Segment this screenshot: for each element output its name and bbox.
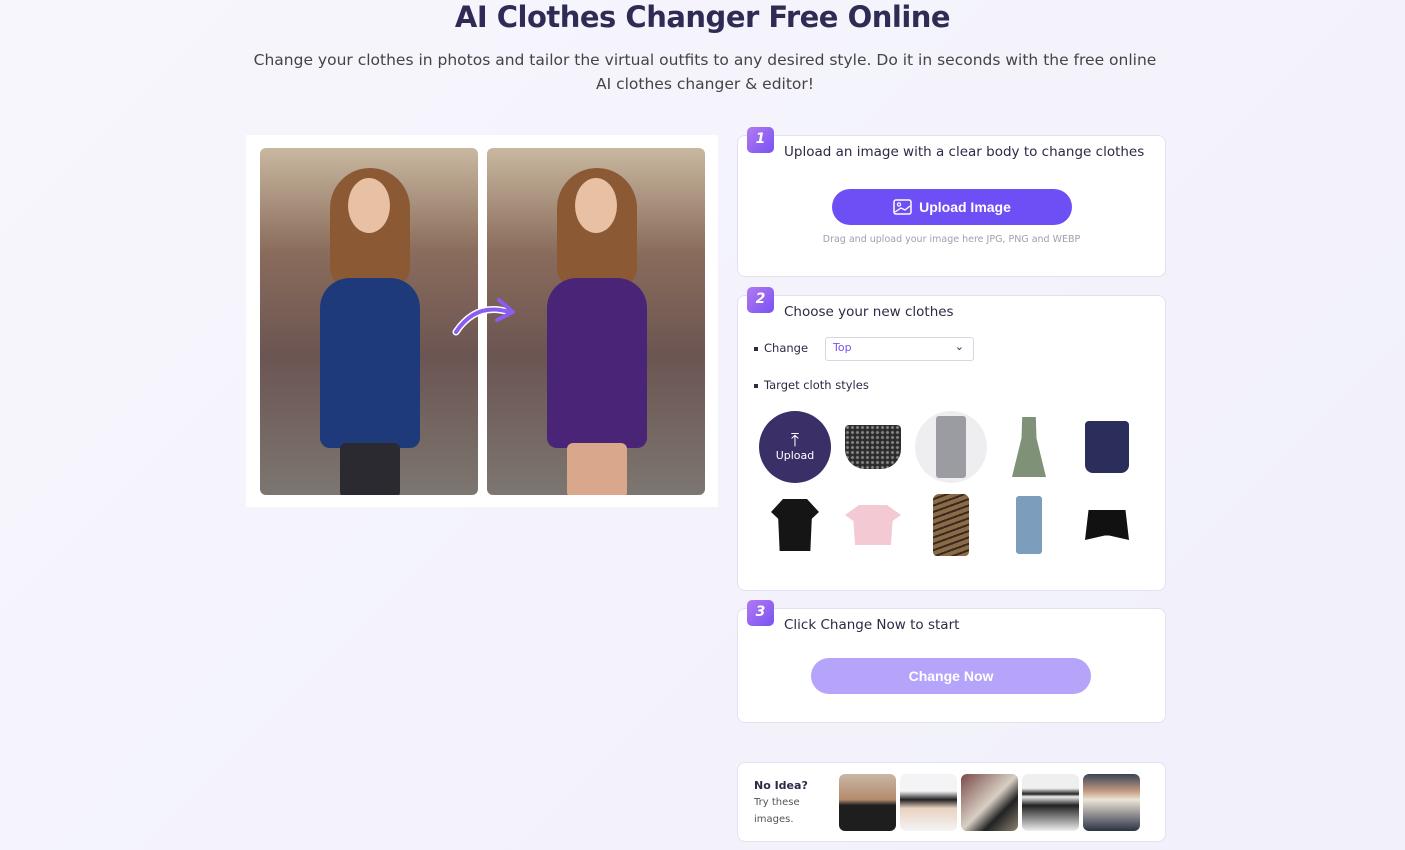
sample-image[interactable] — [961, 774, 1018, 831]
style-black-tshirt[interactable] — [759, 489, 831, 561]
step2-title: Choose your new clothes — [784, 304, 954, 320]
style-navy-camisole[interactable] — [1071, 411, 1143, 483]
image-icon — [893, 199, 912, 215]
step3-title: Click Change Now to start — [784, 617, 960, 633]
sample-image[interactable] — [1022, 774, 1079, 831]
before-photo — [260, 148, 478, 495]
change-select[interactable]: Top ⌄ — [825, 337, 974, 361]
upload-icon: ⤒ — [791, 429, 799, 451]
sample-images-card: No Idea? Try these images. — [737, 762, 1166, 842]
chevron-down-icon: ⌄ — [954, 340, 964, 353]
upload-hint: Drag and upload your image here JPG, PNG… — [822, 234, 1081, 245]
sample-image[interactable] — [1083, 774, 1140, 831]
step3-card: 3 Click Change Now to start Change Now — [737, 600, 1166, 723]
page-title: AI Clothes Changer Free Online — [454, 0, 951, 34]
style-pink-crop-top[interactable] — [837, 489, 909, 561]
style-grey-jeans[interactable] — [915, 411, 987, 483]
step1-title: Upload an image with a clear body to cha… — [784, 144, 1145, 160]
style-black-shorts[interactable] — [1071, 489, 1143, 561]
ideas-subtitle: Try these images. — [754, 797, 800, 825]
step2-card: 2 Choose your new clothes Change Top ⌄ Ta… — [737, 287, 1166, 591]
change-now-button[interactable]: Change Now — [811, 658, 1091, 694]
style-green-floral-dress[interactable] — [993, 411, 1065, 483]
step-badge: 3 — [747, 600, 774, 626]
page-subtitle: Change your clothes in photos and tailor… — [253, 51, 1157, 93]
step1-card: 1 Upload an image with a clear body to c… — [737, 127, 1166, 277]
step-badge: 2 — [747, 287, 774, 313]
ideas-title: No Idea? — [754, 779, 808, 792]
change-label: Change — [754, 341, 808, 355]
styles-label: Target cloth styles — [754, 378, 869, 392]
style-leopard-dress[interactable] — [915, 489, 987, 561]
step-badge: 1 — [747, 127, 774, 153]
arrow-icon — [452, 298, 515, 336]
style-blue-jeans[interactable] — [993, 489, 1065, 561]
upload-cloth-button[interactable]: ⤒ Upload — [759, 411, 831, 483]
before-after-preview — [246, 135, 718, 507]
sample-image[interactable] — [839, 774, 896, 831]
upload-image-button[interactable]: Upload Image — [832, 189, 1072, 225]
sample-image[interactable] — [900, 774, 957, 831]
style-floral-skirt[interactable] — [837, 411, 909, 483]
